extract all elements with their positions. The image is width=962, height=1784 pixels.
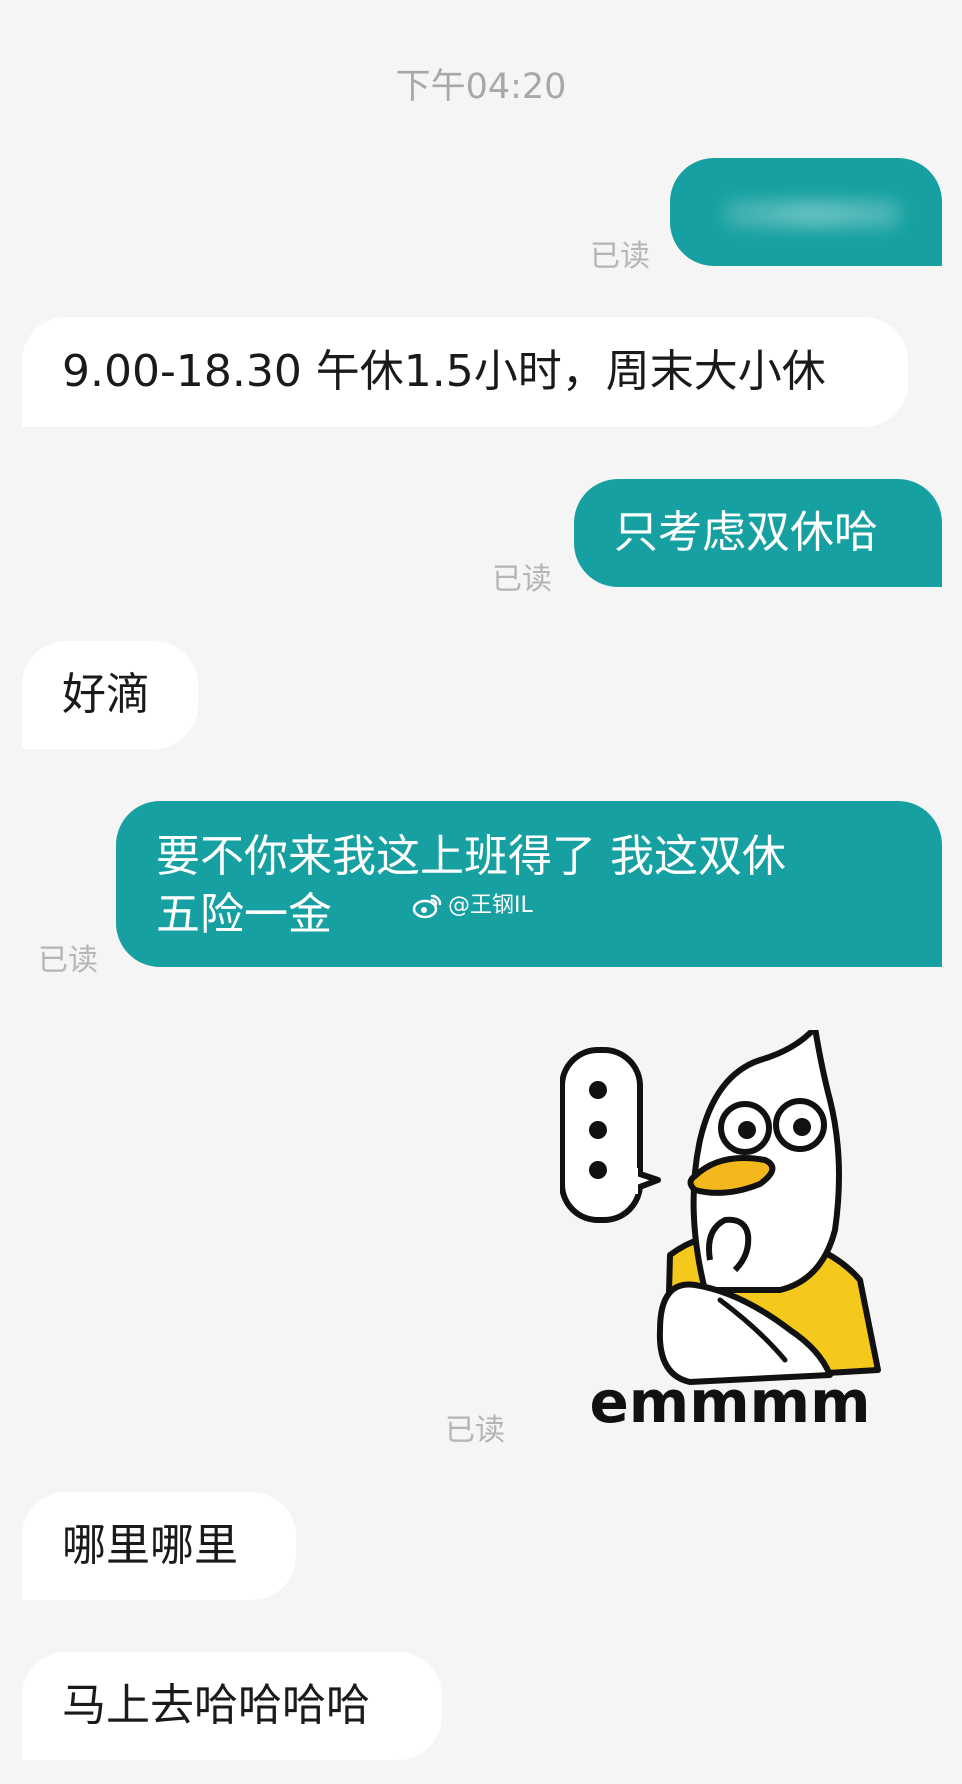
- message-bubble-outgoing-5[interactable]: 要不你来我这上班得了 我这双休 五险一金 @王钢IL: [116, 801, 942, 967]
- read-receipt-6: 已读: [445, 1413, 505, 1448]
- message-text: 哪里哪里: [62, 1520, 238, 1571]
- read-receipt-5: 已读: [38, 943, 98, 978]
- chat-timestamp: 下午04:20: [395, 67, 567, 107]
- message-text: 9.00-18.30 午休1.5小时，周末大小休: [62, 346, 826, 397]
- message-bubble-outgoing-1[interactable]: [670, 158, 942, 266]
- blurred-content: [722, 200, 902, 228]
- dot-1: [589, 1081, 607, 1099]
- watermark-text: @王钢IL: [448, 893, 533, 918]
- dot-3: [589, 1161, 607, 1179]
- message-bubble-incoming-4[interactable]: 好滴: [22, 641, 198, 749]
- dot-2: [589, 1121, 607, 1139]
- duck-emmmm-sticker[interactable]: emmmm: [560, 1030, 900, 1430]
- weibo-watermark: @王钢IL: [412, 877, 533, 935]
- message-text: 马上去哈哈哈哈: [62, 1680, 370, 1731]
- message-bubble-outgoing-3[interactable]: 只考虑双休哈: [574, 479, 942, 587]
- message-bubble-incoming-2[interactable]: 9.00-18.30 午休1.5小时，周末大小休: [22, 317, 908, 427]
- message-text: 只考虑双休哈: [614, 507, 878, 558]
- read-receipt-1: 已读: [590, 239, 650, 274]
- sticker-text: emmmm: [589, 1368, 870, 1430]
- message-bubble-incoming-8[interactable]: 马上去哈哈哈哈: [22, 1652, 442, 1760]
- message-bubble-incoming-7[interactable]: 哪里哪里: [22, 1492, 296, 1600]
- weibo-icon: [412, 894, 442, 919]
- read-receipt-3: 已读: [492, 562, 552, 597]
- message-text: 好滴: [62, 669, 150, 720]
